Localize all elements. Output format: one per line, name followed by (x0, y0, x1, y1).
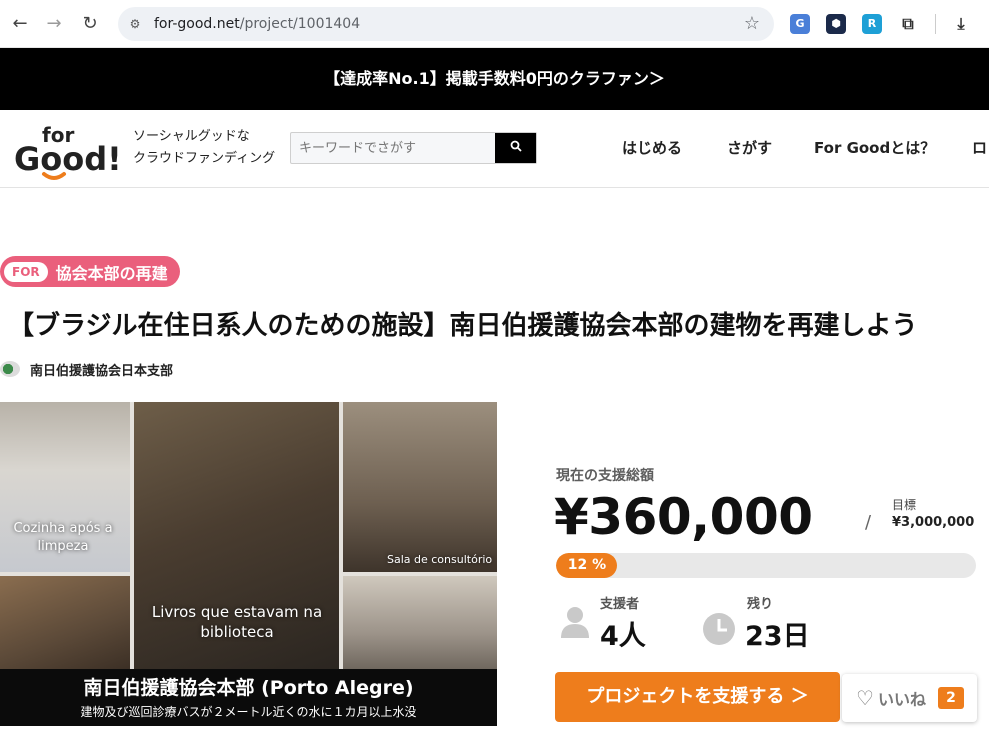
total-support-label: 現在の支援総額 (556, 468, 654, 484)
organizer[interactable]: 南日伯援護協会日本支部 (0, 359, 173, 379)
url-host: for-good.net (154, 16, 240, 32)
progress-text: 12 % (567, 557, 607, 573)
supporter-person-icon (561, 607, 589, 638)
address-bar[interactable]: ⚙ for-good.net/project/1001404 ☆ (118, 7, 774, 41)
organizer-name: 南日伯援護協会日本支部 (30, 363, 174, 379)
project-main-image: Cozinha após a limpeza Livros que estava… (0, 402, 497, 726)
kitchen-caption: Cozinha após a limpeza (13, 521, 113, 554)
supporters-value: 4人 (600, 621, 646, 652)
extension-r-icon[interactable]: R (862, 14, 882, 34)
supporters-label: 支援者 (600, 597, 640, 612)
clock-icon (703, 613, 735, 645)
reload-icon[interactable]: ↻ (78, 12, 102, 36)
site-tagline: ソーシャルグッドな クラウドファンディング (133, 126, 275, 170)
total-support-amount: ¥360,000 (554, 488, 813, 546)
library-photo: Livros que estavam na biblioteca (134, 402, 339, 672)
site-info-icon[interactable]: ⚙ (126, 15, 144, 33)
search-input[interactable] (291, 133, 495, 163)
goal-amount: ¥3,000,000 (892, 515, 975, 530)
heart-icon: ♡ (856, 686, 874, 710)
svg-text:Good!: Good! (14, 140, 118, 178)
like-label: いいね (877, 690, 926, 709)
forward-arrow-icon[interactable]: → (42, 12, 66, 36)
nav-about[interactable]: For Goodとは？ (814, 137, 935, 158)
tagline-line2: クラウドファンディング (133, 151, 276, 166)
category-label: 協会本部の再建 (55, 263, 168, 283)
address-url[interactable]: for-good.net/project/1001404 (154, 7, 360, 41)
promo-text: 【達成率No.1】掲載手数料0円のクラファン＞ (324, 69, 665, 88)
search-icon (510, 140, 522, 152)
search-button[interactable] (495, 133, 536, 163)
extensions-puzzle-icon[interactable]: ⧉ (898, 14, 918, 34)
url-path: /project/1001404 (239, 16, 361, 32)
kitchen-photo: Cozinha após a limpeza (0, 402, 130, 572)
goal-separator: / (865, 512, 872, 533)
keyword-search (290, 132, 537, 164)
support-project-button[interactable]: プロジェクトを支援する ＞ (555, 672, 840, 722)
like-button[interactable]: ♡ いいね 2 (842, 674, 977, 722)
category-tag[interactable]: FOR 協会本部の再建 (0, 256, 180, 287)
extension-hex-icon[interactable]: ⬢ (826, 14, 846, 34)
consultation-room-photo: Sala de consultório (343, 402, 497, 572)
image-band-title: 南日伯援護協会本部 (Porto Alegre) (83, 677, 414, 699)
toolbar-divider (935, 14, 936, 34)
remaining-value: 23日 (745, 621, 810, 652)
bookmark-star-icon[interactable]: ☆ (744, 13, 760, 34)
for-good-logo[interactable]: for Good! (14, 120, 122, 182)
library-caption: Livros que estavam na biblioteca (151, 603, 323, 641)
room-photo (343, 576, 497, 672)
browser-toolbar: ← → ↻ ⚙ for-good.net/project/1001404 ☆ G… (0, 0, 989, 48)
for-pill: FOR (4, 261, 48, 282)
nav-search[interactable]: さがす (727, 137, 772, 158)
like-count: 2 (937, 687, 964, 709)
back-arrow-icon[interactable]: ← (8, 12, 32, 36)
download-icon[interactable]: ⤓ (951, 14, 971, 34)
remaining-label: 残り (747, 597, 774, 612)
tagline-line1: ソーシャルグッドな (133, 129, 250, 144)
site-header: for Good! ソーシャルグッドな クラウドファンディング はじめる さがす… (0, 110, 989, 188)
funding-panel: 現在の支援総額 ¥360,000 / 目標 ¥3,000,000 12 % 支援… (538, 402, 989, 726)
goal-label: 目標 (892, 498, 917, 512)
translate-extension-icon[interactable]: G (790, 14, 810, 34)
progress-bar: 12 % (556, 553, 976, 578)
image-caption-band: 南日伯援護協会本部 (Porto Alegre) 建物及び巡回診療バスが２メート… (0, 669, 497, 726)
organizer-logo (0, 361, 20, 377)
project-title: 【ブラジル在住日系人のための施設】南日伯援護協会本部の建物を再建しよう (8, 311, 918, 341)
promo-banner[interactable]: 【達成率No.1】掲載手数料0円のクラファン＞ (0, 48, 989, 110)
nav-start[interactable]: はじめる (622, 137, 682, 158)
debris-photo (0, 576, 130, 672)
image-band-subtitle: 建物及び巡回診療バスが２メートル近くの水に１カ月以上水没 (80, 705, 417, 719)
consultation-caption: Sala de consultório (387, 553, 493, 566)
nav-login[interactable]: ロ (972, 137, 987, 158)
